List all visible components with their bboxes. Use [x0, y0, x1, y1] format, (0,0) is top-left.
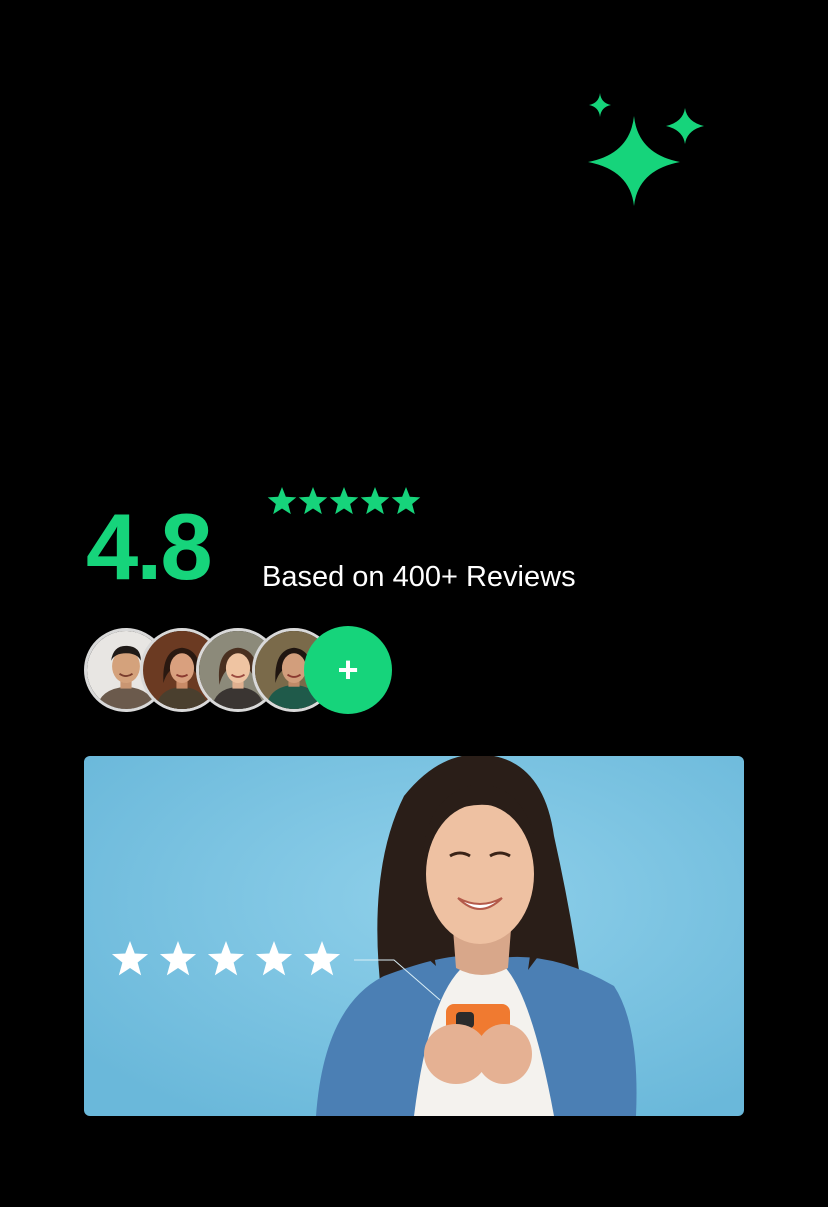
- rating-score: 4.8: [86, 494, 213, 599]
- star-icon: [255, 941, 293, 976]
- star-icon: [267, 487, 297, 515]
- add-reviewer-button[interactable]: +: [304, 626, 392, 714]
- star-icon: [298, 487, 328, 515]
- star-icon: [159, 941, 197, 976]
- star-icon: [391, 487, 421, 515]
- rating-stars: [267, 487, 421, 515]
- star-icon: [329, 487, 359, 515]
- hero-photo: [84, 756, 744, 1116]
- hero-image-card: [84, 756, 744, 1116]
- star-icon: [207, 941, 245, 976]
- rating-caption: Based on 400+ Reviews: [262, 561, 576, 593]
- sparkles-icon: [588, 93, 704, 206]
- hero-rating-stars: [111, 941, 341, 976]
- star-icon: [303, 941, 341, 976]
- star-icon: [111, 941, 149, 976]
- reviewer-avatars: +: [84, 626, 404, 716]
- star-icon: [360, 487, 390, 515]
